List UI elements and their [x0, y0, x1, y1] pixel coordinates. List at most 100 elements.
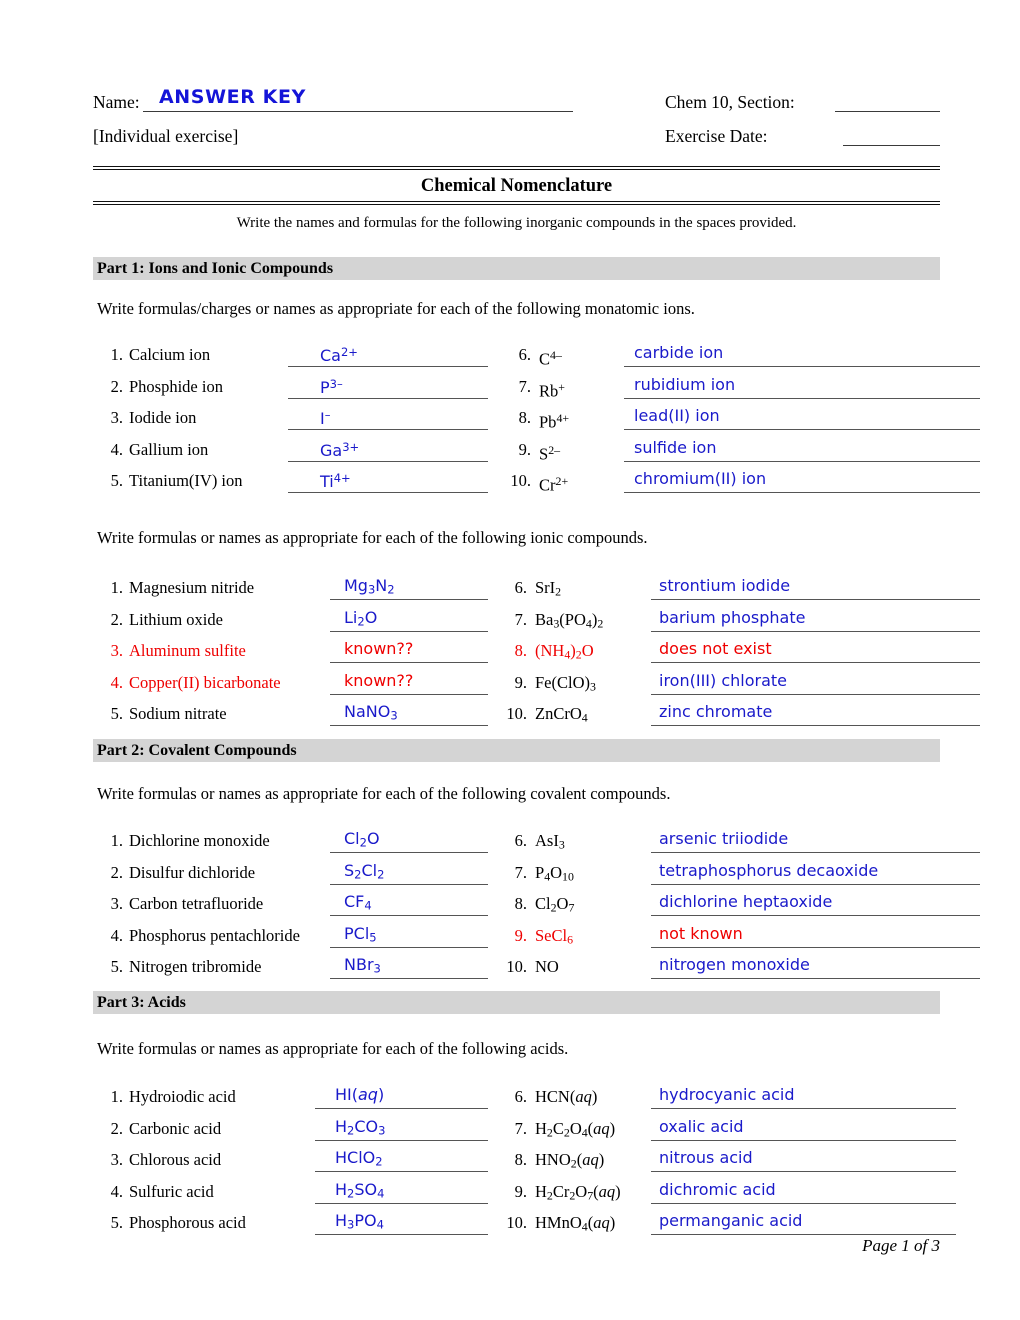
answer-text[interactable]: chromium(II) ion	[634, 468, 766, 489]
question-number: 4.	[110, 672, 123, 692]
question-prompt: SrI2	[535, 578, 562, 599]
question-prompt: AsI3	[535, 831, 565, 852]
exercise-date-field-rule[interactable]	[843, 145, 940, 146]
question-number: 9.	[518, 439, 531, 459]
answer-text[interactable]: NBr3	[344, 954, 381, 980]
answer-line[interactable]	[288, 436, 488, 462]
question-row: 7. Ba3(PO4)2 barium phosphate	[497, 606, 980, 638]
answer-text[interactable]: sulfide ion	[634, 437, 716, 458]
question-prompt: Cr2+	[539, 474, 569, 495]
question-prompt: Ba3(PO4)2	[535, 609, 604, 631]
answer-line[interactable]	[288, 373, 488, 399]
answer-text[interactable]: zinc chromate	[659, 701, 772, 722]
question-number: 7.	[514, 862, 527, 882]
question-prompt: Disulfur dichloride	[129, 862, 256, 882]
instruction-monatomic-ions: Write formulas/charges or names as appro…	[97, 299, 695, 318]
question-number: 2.	[110, 376, 123, 396]
answer-text[interactable]: not known	[659, 923, 743, 944]
answer-text[interactable]: NaNO3	[344, 701, 398, 727]
answer-text[interactable]: Cl2O	[344, 828, 380, 854]
question-number: 10.	[506, 1213, 527, 1232]
question-row: 6. SrI2 strontium iodide	[497, 574, 980, 606]
answer-text[interactable]: Mg3N2	[344, 575, 395, 601]
answer-text[interactable]: H2SO4	[335, 1179, 384, 1205]
question-row: 5. Sodium nitrate NaNO3	[93, 700, 493, 732]
question-number: 6.	[514, 831, 527, 850]
question-prompt: Sodium nitrate	[129, 704, 227, 723]
question-prompt: Dichlorine monoxide	[129, 831, 270, 850]
question-prompt: HCN(aq)	[535, 1087, 598, 1106]
answer-line[interactable]	[288, 404, 488, 430]
question-row: 7. H2C2O4(aq) oxalic acid	[497, 1115, 980, 1147]
answer-text[interactable]: does not exist	[659, 638, 772, 659]
answer-text[interactable]: HI(aq)	[335, 1084, 384, 1105]
question-number: 5.	[110, 1213, 123, 1232]
answer-line[interactable]	[288, 467, 488, 493]
answer-text[interactable]: HClO2	[335, 1147, 383, 1173]
question-prompt: Copper(II) bicarbonate	[129, 672, 281, 692]
question-number: 7.	[514, 1118, 527, 1138]
answer-text[interactable]: lead(II) ion	[634, 405, 720, 426]
name-field-rule[interactable]	[143, 111, 573, 112]
question-number: 7.	[514, 609, 527, 629]
answer-text[interactable]: barium phosphate	[659, 607, 805, 628]
answer-text[interactable]: Ti4+	[320, 468, 351, 492]
question-row: 7. P4O10 tetraphosphorus decaoxide	[497, 859, 980, 891]
answer-text[interactable]: Li2O	[344, 607, 377, 633]
question-prompt: Hydroiodic acid	[129, 1087, 236, 1106]
question-row: 5. Nitrogen tribromide NBr3	[93, 953, 493, 985]
question-prompt: Pb4+	[539, 411, 570, 432]
answer-text[interactable]: H3PO4	[335, 1210, 384, 1236]
question-number: 5.	[110, 957, 123, 976]
answer-text[interactable]: PCl5	[344, 923, 377, 949]
answer-text[interactable]: arsenic triiodide	[659, 828, 788, 849]
question-row: 9. S2– sulfide ion	[505, 436, 980, 468]
answer-text[interactable]: known??	[344, 670, 413, 691]
individual-exercise-label: [Individual exercise]	[93, 126, 239, 146]
question-prompt: Phosphide ion	[129, 376, 223, 396]
answer-text[interactable]: I–	[320, 405, 330, 429]
answer-text[interactable]: hydrocyanic acid	[659, 1084, 795, 1105]
question-number: 4.	[110, 1181, 123, 1201]
answer-text[interactable]: P3–	[320, 374, 343, 398]
answer-key-stamp: ANSWER KEY	[159, 86, 306, 108]
question-number: 3.	[110, 1150, 123, 1169]
question-row: 8. Pb4+ lead(II) ion	[505, 404, 980, 436]
question-row: 1. Calcium ion Ca2+	[93, 341, 493, 373]
answer-text[interactable]: strontium iodide	[659, 575, 790, 596]
question-number: 9.	[514, 672, 527, 692]
answer-text[interactable]: S2Cl2	[344, 860, 384, 886]
title-block: Chemical Nomenclature	[93, 166, 940, 205]
answer-text[interactable]: rubidium ion	[634, 374, 735, 395]
question-number: 7.	[518, 376, 531, 396]
question-prompt: Titanium(IV) ion	[129, 471, 243, 490]
answer-text[interactable]: nitrous acid	[659, 1147, 753, 1168]
answer-text[interactable]: permanganic acid	[659, 1210, 802, 1231]
section-bar-part3: Part 3: Acids	[93, 991, 940, 1014]
question-prompt: NO	[535, 957, 559, 976]
chem-section-field-rule[interactable]	[835, 111, 940, 112]
answer-text[interactable]: Ca2+	[320, 342, 358, 366]
answer-text[interactable]: dichlorine heptaoxide	[659, 891, 832, 912]
answer-line[interactable]	[288, 341, 488, 367]
answer-text[interactable]: nitrogen monoxide	[659, 954, 810, 975]
question-number: 8.	[518, 408, 531, 427]
question-prompt: Fe(ClO)3	[535, 672, 596, 694]
question-row: 1. Magnesium nitride Mg3N2	[93, 574, 493, 606]
question-number: 3.	[110, 641, 123, 660]
question-row: 2. Carbonic acid H2CO3	[93, 1115, 493, 1147]
question-prompt: Magnesium nitride	[129, 578, 255, 597]
answer-text[interactable]: dichromic acid	[659, 1179, 776, 1200]
question-number: 2.	[110, 1118, 123, 1138]
answer-text[interactable]: CF4	[344, 891, 372, 917]
instruction-ionic-compounds: Write formulas or names as appropriate f…	[97, 528, 648, 547]
question-prompt: C4–	[539, 348, 562, 369]
question-number: 6.	[514, 578, 527, 597]
answer-text[interactable]: H2CO3	[335, 1116, 385, 1142]
answer-text[interactable]: carbide ion	[634, 342, 723, 363]
answer-text[interactable]: iron(III) chlorate	[659, 670, 787, 691]
answer-text[interactable]: oxalic acid	[659, 1116, 744, 1137]
answer-text[interactable]: known??	[344, 638, 413, 659]
answer-text[interactable]: Ga3+	[320, 437, 359, 461]
answer-text[interactable]: tetraphosphorus decaoxide	[659, 860, 878, 881]
